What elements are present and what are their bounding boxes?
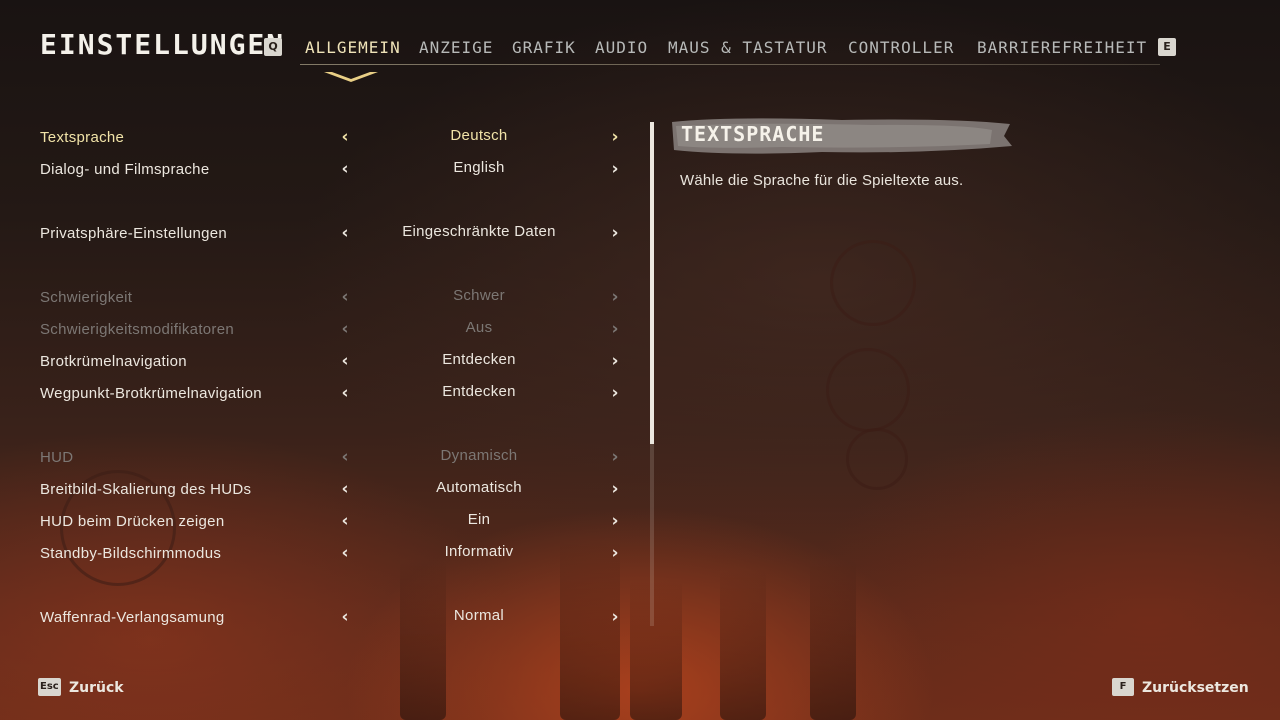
tab-maus-tastatur[interactable]: MAUS & TASTATUR bbox=[668, 38, 828, 57]
setting-breitbild-skalierung[interactable]: Breitbild-Skalierung des HUDs ‹ Automati… bbox=[40, 478, 630, 502]
chevron-right-icon: › bbox=[611, 287, 619, 307]
setting-brotkruemelnavigation[interactable]: Brotkrümelnavigation ‹ Entdecken › bbox=[40, 350, 630, 374]
setting-schwierigkeit: Schwierigkeit ‹ Schwer › bbox=[40, 286, 630, 310]
back-button[interactable]: Esc Zurück bbox=[38, 678, 138, 702]
active-tab-indicator bbox=[324, 72, 378, 82]
chevron-left-icon[interactable]: ‹ bbox=[338, 351, 352, 371]
chevron-left-icon[interactable]: ‹ bbox=[338, 159, 352, 179]
chevron-left-icon[interactable]: ‹ bbox=[338, 511, 352, 531]
setting-value: Deutsch bbox=[450, 127, 508, 144]
chevron-right-icon[interactable]: › bbox=[608, 127, 622, 147]
f-key-icon: F bbox=[1112, 678, 1134, 696]
chevron-right-icon[interactable]: › bbox=[608, 351, 622, 371]
chevron-right-icon[interactable]: › bbox=[608, 543, 622, 563]
chevron-right-icon: › bbox=[611, 447, 619, 467]
chevron-left-icon[interactable]: ‹ bbox=[338, 543, 352, 563]
setting-value: English bbox=[453, 159, 505, 176]
chevron-right-icon[interactable]: › bbox=[608, 511, 622, 531]
chevron-right-icon[interactable]: › bbox=[608, 383, 622, 403]
chevron-right-icon[interactable]: › bbox=[608, 479, 622, 499]
prev-tab-key[interactable]: Q bbox=[264, 38, 282, 56]
setting-value: Automatisch bbox=[436, 479, 522, 496]
setting-value: Entdecken bbox=[442, 383, 516, 400]
chevron-right-icon[interactable]: › bbox=[608, 223, 622, 243]
tab-barrierefreiheit[interactable]: BARRIEREFREIHEIT bbox=[977, 38, 1147, 57]
setting-value: Informativ bbox=[444, 543, 514, 560]
setting-value: Entdecken bbox=[442, 351, 516, 368]
setting-value: Schwer bbox=[453, 287, 505, 304]
esc-key-icon: Esc bbox=[38, 678, 61, 696]
scrollbar-thumb[interactable] bbox=[650, 122, 654, 444]
setting-label: Dialog- und Filmsprache bbox=[40, 161, 210, 178]
chevron-right-icon: › bbox=[611, 319, 619, 339]
page-title: EINSTELLUNGEN bbox=[40, 28, 286, 61]
chevron-right-icon[interactable]: › bbox=[608, 159, 622, 179]
tab-anzeige[interactable]: ANZEIGE bbox=[419, 38, 493, 57]
chevron-left-icon: ‹ bbox=[341, 287, 349, 307]
back-label: Zurück bbox=[69, 680, 124, 696]
setting-label: Brotkrümelnavigation bbox=[40, 353, 187, 370]
setting-value: Normal bbox=[453, 607, 505, 624]
reset-label: Zurücksetzen bbox=[1142, 680, 1249, 696]
chevron-left-icon[interactable]: ‹ bbox=[338, 607, 352, 627]
chevron-left-icon[interactable]: ‹ bbox=[338, 127, 352, 147]
chevron-left-icon: ‹ bbox=[341, 319, 349, 339]
tab-controller[interactable]: CONTROLLER bbox=[848, 38, 954, 57]
setting-value: Ein bbox=[467, 511, 491, 528]
setting-label: Standby-Bildschirmmodus bbox=[40, 545, 222, 562]
setting-waffenrad-verlangsamung[interactable]: Waffenrad-Verlangsamung ‹ Normal › bbox=[40, 606, 630, 630]
description-text: Wähle die Sprache für die Spieltexte aus… bbox=[680, 172, 964, 189]
setting-textsprache[interactable]: Textsprache ‹ Deutsch › bbox=[40, 126, 630, 150]
tab-allgemein[interactable]: ALLGEMEIN bbox=[305, 38, 401, 57]
setting-standby-bildschirmmodus[interactable]: Standby-Bildschirmmodus ‹ Informativ › bbox=[40, 542, 630, 566]
chevron-left-icon[interactable]: ‹ bbox=[338, 383, 352, 403]
setting-label: HUD bbox=[40, 449, 74, 466]
setting-value: Dynamisch bbox=[440, 447, 518, 464]
setting-value: Eingeschränkte Daten bbox=[402, 223, 556, 240]
tab-audio[interactable]: AUDIO bbox=[595, 38, 648, 57]
setting-label: HUD beim Drücken zeigen bbox=[40, 513, 225, 530]
reset-button[interactable]: F Zurücksetzen bbox=[1112, 678, 1252, 702]
setting-hud: HUD ‹ Dynamisch › bbox=[40, 446, 630, 470]
setting-label: Privatsphäre-Einstellungen bbox=[40, 225, 228, 242]
setting-wegpunkt-brotkruemelnavigation[interactable]: Wegpunkt-Brotkrümelnavigation ‹ Entdecke… bbox=[40, 382, 630, 406]
setting-label: Schwierigkeit bbox=[40, 289, 133, 306]
setting-privatsphaere[interactable]: Privatsphäre-Einstellungen ‹ Eingeschrän… bbox=[40, 222, 630, 246]
chevron-right-icon[interactable]: › bbox=[608, 607, 622, 627]
description-title: TEXTSPRACHE bbox=[681, 122, 825, 146]
setting-value: Aus bbox=[465, 319, 493, 336]
chevron-left-icon[interactable]: ‹ bbox=[338, 223, 352, 243]
setting-label: Textsprache bbox=[40, 129, 125, 146]
setting-hud-druecken[interactable]: HUD beim Drücken zeigen ‹ Ein › bbox=[40, 510, 630, 534]
setting-label: Waffenrad-Verlangsamung bbox=[40, 609, 225, 626]
setting-dialog-filmsprache[interactable]: Dialog- und Filmsprache ‹ English › bbox=[40, 158, 630, 182]
setting-label: Wegpunkt-Brotkrümelnavigation bbox=[40, 385, 262, 402]
setting-schwierigkeitsmodifikatoren: Schwierigkeitsmodifikatoren ‹ Aus › bbox=[40, 318, 630, 342]
setting-label: Breitbild-Skalierung des HUDs bbox=[40, 481, 252, 498]
chevron-left-icon[interactable]: ‹ bbox=[338, 479, 352, 499]
next-tab-key[interactable]: E bbox=[1158, 38, 1176, 56]
tab-grafik[interactable]: GRAFIK bbox=[512, 38, 576, 57]
tab-underline bbox=[300, 64, 1160, 65]
setting-label: Schwierigkeitsmodifikatoren bbox=[40, 321, 235, 338]
chevron-left-icon: ‹ bbox=[341, 447, 349, 467]
